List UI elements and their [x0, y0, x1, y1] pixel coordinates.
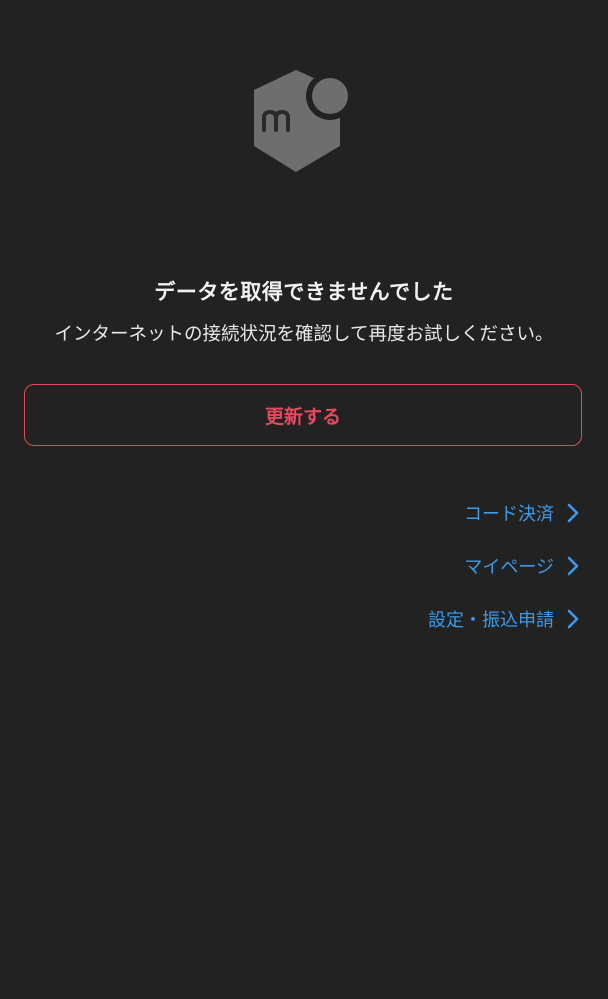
error-message: インターネットの接続状況を確認して再度お試しください。 — [54, 324, 554, 345]
chevron-right-icon — [567, 609, 579, 629]
link-settings-transfer[interactable]: 設定・振込申請 — [428, 603, 580, 635]
link-settings-transfer-label: 設定・振込申請 — [428, 610, 554, 631]
refresh-button[interactable]: 更新する — [24, 384, 582, 446]
link-mypage[interactable]: マイページ — [464, 550, 580, 582]
link-mypage-label: マイページ — [464, 557, 554, 578]
chevron-right-icon — [567, 556, 579, 576]
link-code-payment[interactable]: コード決済 — [464, 497, 580, 529]
chevron-right-icon — [567, 503, 579, 523]
error-title: データを取得できませんでした — [154, 280, 454, 304]
mercari-logo-icon — [254, 70, 354, 172]
link-code-payment-label: コード決済 — [464, 504, 554, 525]
